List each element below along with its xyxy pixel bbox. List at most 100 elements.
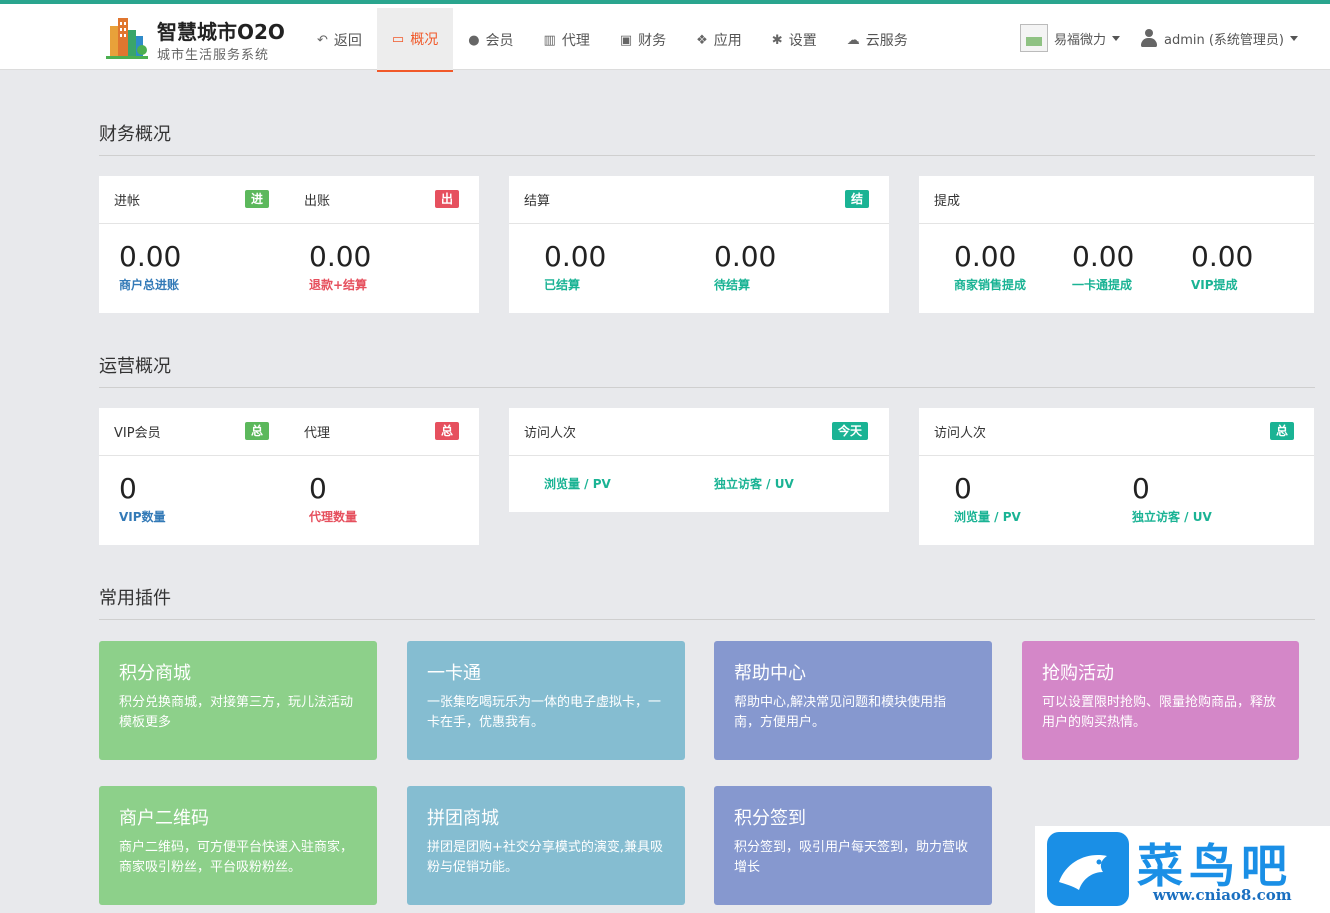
vip-badge: 总 [245,422,270,440]
user-icon: ● [468,32,480,48]
nav-label: 应用 [713,33,742,49]
plugin-tile-points-checkin[interactable]: 积分签到 积分签到，吸引用户每天签到，助力营收增长 [714,786,992,905]
card-commission-caption: 一卡通提成 [1072,278,1133,292]
chevron-down-icon [1290,35,1299,41]
pending-value: 0.00 [714,240,777,273]
plugin-desc: 商户二维码，可方便平台快速入驻商家，商家吸引粉丝，平台吸粉粉丝。 [119,840,354,875]
plugin-tile-help-center[interactable]: 帮助中心 帮助中心,解决常见问题和模块使用指南，方便用户。 [714,641,992,760]
plugin-desc: 拼团是团购+社交分享模式的演变,兼具吸粉与促销功能。 [427,840,664,875]
panel-header: 访问人次 总 [919,408,1314,456]
settle-label: 结算 [524,194,551,209]
nav-label: 财务 [638,33,667,49]
expense-caption: 退款+结算 [309,278,368,292]
visits-today-badge: 今天 [832,422,869,440]
expense-value: 0.00 [309,240,372,273]
uv-total-caption: 独立访客 / UV [1132,510,1212,524]
nav-agents[interactable]: ▥ 代理 [529,8,605,72]
plugin-title: 积分签到 [734,808,806,829]
map-icon: ▥ [543,32,556,48]
uv-total-value: 0 [1132,472,1150,505]
plugin-title: 拼团商城 [427,808,499,829]
agent-label: 代理 [304,426,331,441]
watermark-url: www.cniao8.com [1153,886,1292,904]
income-label: 进帐 [114,194,141,209]
panel-visits-total: 访问人次 总 0 浏览量 / PV 0 独立访客 / UV [919,408,1314,545]
section-title-finance: 财务概况 [99,124,171,145]
nav-cloud[interactable]: ☁ 云服务 [832,8,923,72]
cloud-icon: ☁ [846,32,860,48]
plugin-title: 商户二维码 [119,808,209,829]
store-name: 易福微力 [1054,32,1107,48]
plugin-title: 积分商城 [119,663,191,684]
agent-badge: 总 [435,422,460,440]
income-caption: 商户总进账 [119,278,180,292]
vip-commission-value: 0.00 [1191,240,1254,273]
user-menu[interactable]: admin (系统管理员) [1140,28,1299,48]
settled-caption: 已结算 [544,278,581,292]
panel-header: 进帐 进 出账 出 [99,176,479,224]
panel-income-expense: 进帐 进 出账 出 0.00 商户总进账 0.00 退款+结算 [99,176,479,313]
nav-label: 返回 [333,33,362,49]
bird-logo-icon [1047,832,1129,906]
agent-caption: 代理数量 [309,510,358,524]
brand-subtitle: 城市生活服务系统 [157,48,270,63]
visits-today-label: 访问人次 [524,426,577,441]
monitor-icon: ▭ [391,31,405,47]
nav-settings[interactable]: ✱ 设置 [757,8,832,72]
plugin-title: 帮助中心 [734,663,806,684]
watermark: 菜鸟吧 www.cniao8.com [1035,826,1330,913]
store-image-icon [1020,24,1048,52]
plugin-tile-merchant-qrcode[interactable]: 商户二维码 商户二维码，可方便平台快速入驻商家，商家吸引粉丝，平台吸粉粉丝。 [99,786,377,905]
panel-header: 访问人次 今天 [509,408,889,456]
merchant-commission-value: 0.00 [954,240,1017,273]
vip-value: 0 [119,472,137,505]
nav-label: 概况 [410,32,439,48]
nav-apps[interactable]: ❖ 应用 [681,8,757,72]
expense-badge: 出 [435,190,460,208]
reply-icon: ↶ [317,32,328,48]
settle-badge: 结 [845,190,870,208]
panel-header: 结算 结 [509,176,889,224]
panel-members-agents: VIP会员 总 代理 总 0 VIP数量 0 代理数量 [99,408,479,545]
settled-value: 0.00 [544,240,607,273]
plugin-title: 一卡通 [427,663,481,684]
nav-members[interactable]: ● 会员 [453,8,528,72]
card-commission-value: 0.00 [1072,240,1135,273]
nav-label: 会员 [485,33,514,49]
user-name: admin (系统管理员) [1164,32,1285,48]
panel-visits-today: 访问人次 今天 浏览量 / PV 独立访客 / UV [509,408,889,512]
expense-label: 出账 [304,194,331,209]
store-switcher[interactable]: 易福微力 [1020,24,1121,52]
plugin-tile-group-buy[interactable]: 拼团商城 拼团是团购+社交分享模式的演变,兼具吸粉与促销功能。 [407,786,685,905]
nav-label: 设置 [788,33,817,49]
cubes-icon: ❖ [696,32,708,48]
money-icon: ▣ [619,32,633,48]
pv-total-value: 0 [954,472,972,505]
pv-today-caption: 浏览量 / PV [544,477,611,491]
plugin-tile-flash-sale[interactable]: 抢购活动 可以设置限时抢购、限量抢购商品，释放用户的购买热情。 [1022,641,1299,760]
commission-label: 提成 [934,194,961,209]
nav-overview[interactable]: ▭ 概况 [376,8,454,72]
merchant-commission-caption: 商家销售提成 [954,278,1027,292]
plugin-tile-points-mall[interactable]: 积分商城 积分兑换商城，对接第三方，玩儿法活动模板更多 [99,641,377,760]
nav-label: 代理 [561,33,590,49]
panel-commission: 提成 0.00 商家销售提成 0.00 一卡通提成 0.00 VIP提成 [919,176,1314,313]
top-navbar: 智慧城市O2O 城市生活服务系统 ↶ 返回 ▭ 概况 ● 会员 ▥ 代理 ▣ 财… [0,4,1330,72]
nav-finance[interactable]: ▣ 财务 [605,8,681,72]
city-logo-icon [106,18,148,59]
plugin-desc: 积分签到，吸引用户每天签到，助力营收增长 [734,840,969,875]
pending-caption: 待结算 [714,278,751,292]
uv-today-caption: 独立访客 / UV [714,477,794,491]
vip-commission-caption: VIP提成 [1191,278,1238,292]
section-title-operations: 运营概况 [99,356,171,377]
nav-back[interactable]: ↶ 返回 [302,8,377,72]
panel-header: VIP会员 总 代理 总 [99,408,479,456]
chevron-down-icon [1112,35,1121,41]
income-value: 0.00 [119,240,182,273]
section-divider [99,155,1315,156]
plugin-tile-one-card[interactable]: 一卡通 一张集吃喝玩乐为一体的电子虚拟卡，一卡在手，优惠我有。 [407,641,685,760]
agent-value: 0 [309,472,327,505]
section-divider [99,619,1315,620]
gear-icon: ✱ [771,32,783,48]
section-divider [99,387,1315,388]
